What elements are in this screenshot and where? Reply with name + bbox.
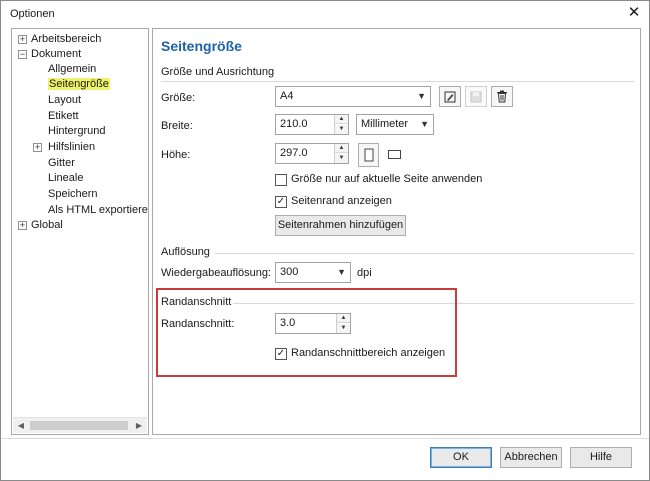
unit-value: Millimeter [361,118,409,130]
landscape-icon [387,150,401,159]
width-value: 210.0 [280,118,308,130]
chevron-down-icon: ▼ [420,119,429,129]
tree-item-seitengroesse[interactable]: Seitengröße [48,77,110,91]
section-divider [215,253,634,254]
scroll-left-icon[interactable]: ◀ [13,418,29,433]
tree-item-layout[interactable]: Layout [48,93,81,107]
spin-up-icon[interactable]: ▲ [335,144,348,153]
tree-item-global[interactable]: Global [31,218,63,232]
size-select[interactable]: A4 ▼ [275,86,431,107]
spin-down-icon[interactable]: ▼ [335,154,348,163]
apply-current-page-label: Größe nur auf aktuelle Seite anwenden [291,173,483,185]
show-page-border-label: Seitenrand anzeigen [291,195,392,207]
height-label: Höhe: [161,149,191,161]
save-preset-button[interactable] [439,86,461,107]
expander-icon[interactable]: + [18,221,27,230]
section-divider [161,81,634,82]
tree-item-allgemein[interactable]: Allgemein [48,62,96,76]
tree-item-etikett[interactable]: Etikett [48,109,79,123]
height-value: 297.0 [280,147,308,159]
tree-item-lineale[interactable]: Lineale [48,171,83,185]
width-label: Breite: [161,120,193,132]
render-resolution-label: Wiedergabeauflösung: [161,267,272,279]
height-spinner[interactable]: 297.0 ▲ ▼ [275,143,349,164]
save-preset-icon [444,91,456,102]
highlight-frame [156,288,457,377]
checkmark-icon[interactable]: ✓ [275,196,287,208]
title-bar: Optionen ✕ [1,1,649,27]
tree-item-dokument[interactable]: Dokument [31,47,81,61]
size-label: Größe: [161,92,196,104]
tree-item-hilfslinien[interactable]: Hilfslinien [48,140,95,154]
tree-item-hintergrund[interactable]: Hintergrund [48,124,105,138]
dpi-unit: dpi [357,267,372,279]
cancel-button[interactable]: Abbrechen [500,447,562,468]
section-title-resolution: Auflösung [161,246,210,258]
page-title: Seitengröße [161,38,242,54]
expander-icon[interactable]: − [18,50,27,59]
options-tree: + Arbeitsbereich − Dokument Allgemein Se… [11,28,149,435]
checkbox-box[interactable] [275,174,287,186]
scroll-right-icon[interactable]: ▶ [131,418,147,433]
render-resolution-value: 300 [280,266,299,278]
delete-preset-button[interactable] [491,86,513,107]
chevron-down-icon: ▼ [417,91,426,101]
options-dialog: Optionen ✕ + Arbeitsbereich − Dokument A… [0,0,650,481]
render-resolution-select[interactable]: 300 ▼ [275,262,351,283]
disk-button[interactable] [465,86,487,107]
ok-button[interactable]: OK [430,447,492,468]
landscape-button[interactable] [387,149,401,160]
disk-icon [470,91,482,102]
tree-item-gitter[interactable]: Gitter [48,156,75,170]
window-title: Optionen [10,8,55,20]
tree-scrollbar[interactable]: ◀ ▶ [13,417,147,433]
add-page-frame-button[interactable]: Seitenrahmen hinzufügen [275,215,406,236]
expander-icon[interactable]: + [18,35,27,44]
trash-icon [497,90,507,103]
section-title-size: Größe und Ausrichtung [161,66,275,78]
footer-divider [1,438,649,439]
close-icon[interactable]: ✕ [624,4,644,22]
tree-item-html-export[interactable]: Als HTML exportieren [48,203,148,217]
spin-down-icon[interactable]: ▼ [335,125,348,134]
chevron-down-icon: ▼ [337,267,346,277]
portrait-icon [364,148,373,162]
unit-select[interactable]: Millimeter ▼ [356,114,434,135]
width-spinner[interactable]: 210.0 ▲ ▼ [275,114,349,135]
expander-icon[interactable]: + [33,143,42,152]
tree-item-speichern[interactable]: Speichern [48,187,98,201]
scroll-thumb[interactable] [30,421,128,430]
size-value: A4 [280,90,294,102]
portrait-button[interactable] [358,143,379,167]
spin-up-icon[interactable]: ▲ [335,115,348,124]
help-button[interactable]: Hilfe [570,447,632,468]
tree-item-arbeitsbereich[interactable]: Arbeitsbereich [31,32,101,46]
